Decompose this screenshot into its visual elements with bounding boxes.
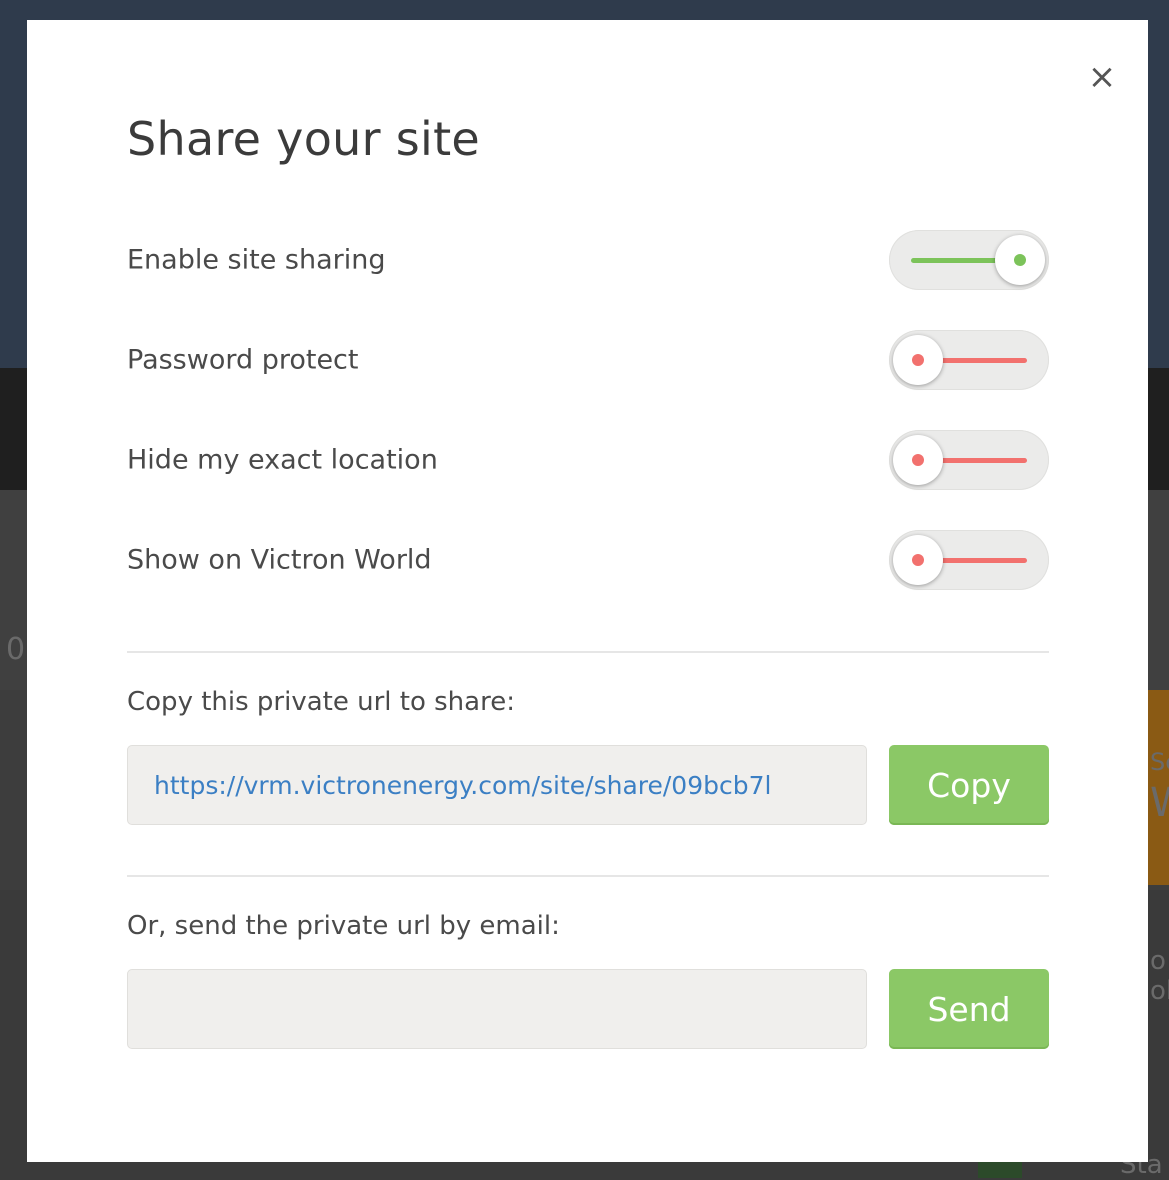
divider xyxy=(127,651,1049,653)
toggle-row-password-protect: Password protect xyxy=(127,330,1049,390)
victron-world-toggle[interactable] xyxy=(889,530,1049,590)
share-email-label: Or, send the private url by email: xyxy=(127,911,560,941)
toggle-indicator-dot xyxy=(912,554,924,566)
background-text-fragment: W xyxy=(1150,780,1169,826)
toggle-label: Hide my exact location xyxy=(127,444,438,476)
toggle-indicator-dot xyxy=(912,454,924,466)
background-text-fragment: 0 xyxy=(6,632,26,667)
share-url-input[interactable] xyxy=(128,746,866,824)
share-email-field[interactable] xyxy=(127,969,867,1049)
toggle-indicator-dot xyxy=(912,354,924,366)
close-icon[interactable]: × xyxy=(1085,60,1119,94)
background-text-fragment: Sc xyxy=(1150,748,1169,776)
toggle-row-victron-world: Show on Victron World xyxy=(127,530,1049,590)
toggle-label: Show on Victron World xyxy=(127,544,432,576)
toggle-knob[interactable] xyxy=(995,235,1045,285)
hide-location-toggle[interactable] xyxy=(889,430,1049,490)
toggle-knob[interactable] xyxy=(893,435,943,485)
toggle-row-enable-sharing: Enable site sharing xyxy=(127,230,1049,290)
email-input[interactable] xyxy=(128,970,866,1048)
password-protect-toggle[interactable] xyxy=(889,330,1049,390)
background-green-block xyxy=(978,1162,1022,1178)
modal-title: Share your site xyxy=(127,112,481,166)
toggle-row-hide-location: Hide my exact location xyxy=(127,430,1049,490)
share-url-field[interactable] xyxy=(127,745,867,825)
send-button[interactable]: Send xyxy=(889,969,1049,1049)
background-text-fragment: o xyxy=(1150,946,1166,976)
toggle-knob[interactable] xyxy=(893,335,943,385)
share-site-modal: × Share your site Enable site sharing Pa… xyxy=(27,20,1148,1162)
toggle-indicator-dot xyxy=(1014,254,1026,266)
toggle-label: Enable site sharing xyxy=(127,244,386,276)
background-text-fragment: ol xyxy=(1150,976,1169,1006)
share-url-label: Copy this private url to share: xyxy=(127,687,515,717)
toggle-knob[interactable] xyxy=(893,535,943,585)
toggle-label: Password protect xyxy=(127,344,359,376)
copy-button[interactable]: Copy xyxy=(889,745,1049,825)
divider xyxy=(127,875,1049,877)
enable-sharing-toggle[interactable] xyxy=(889,230,1049,290)
